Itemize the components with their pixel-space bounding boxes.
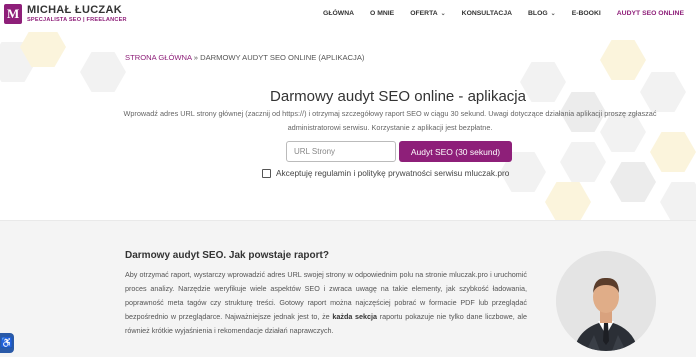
background-hexagon: [650, 132, 696, 172]
nav-item-label: BLOG: [528, 10, 548, 17]
nav-item-label: OFERTA: [410, 10, 438, 17]
nav-item-label: AUDYT SEO ONLINE: [616, 10, 684, 17]
audit-submit-button[interactable]: Audyt SEO (30 sekund): [399, 141, 512, 162]
accessibility-icon[interactable]: ♿: [0, 333, 14, 353]
background-hexagon: [545, 182, 591, 220]
breadcrumb-home-link[interactable]: STRONA GŁÓWNA: [125, 53, 192, 62]
nav-item-label: KONSULTACJA: [461, 10, 513, 17]
logo-text: MICHAŁ ŁUCZAK SPECJALISTA SEO | FREELANC…: [27, 3, 127, 24]
nav-item-o-mnie[interactable]: O MNIE: [362, 10, 402, 17]
nav-item-label: E-BOOKI: [571, 10, 601, 17]
consent-label: Akceptuję regulamin i politykę prywatnoś…: [276, 168, 510, 178]
info-title: Darmowy audyt SEO. Jak powstaje raport?: [125, 250, 329, 261]
breadcrumb-separator: »: [191, 53, 201, 62]
background-hexagon: [610, 162, 656, 202]
logo-mark-icon: M: [4, 4, 22, 24]
logo-subtitle: SPECJALISTA SEO | FREELANCER: [27, 16, 127, 23]
background-hexagon: [600, 40, 646, 80]
background-hexagon: [80, 52, 126, 92]
nav-item-e-booki[interactable]: E-BOOKI: [564, 10, 609, 17]
breadcrumb-current: DARMOWY AUDYT SEO ONLINE (APLIKACJA): [200, 53, 365, 62]
nav-item-konsultacja[interactable]: KONSULTACJA: [454, 10, 520, 17]
info-text-bold: każda sekcja: [332, 312, 378, 321]
site-header: M MICHAŁ ŁUCZAK SPECJALISTA SEO | FREELA…: [0, 0, 696, 32]
breadcrumb: STRONA GŁÓWNA » DARMOWY AUDYT SEO ONLINE…: [125, 53, 364, 62]
info-paragraph: Aby otrzymać raport, wystarczy wprowadzi…: [125, 268, 527, 338]
consent-checkbox[interactable]: [262, 168, 271, 178]
site-logo[interactable]: M MICHAŁ ŁUCZAK SPECJALISTA SEO | FREELA…: [4, 4, 127, 24]
tool-description: Wprowadź adres URL strony głównej (zaczn…: [123, 109, 657, 132]
chevron-down-icon: ⌄: [550, 11, 556, 17]
chevron-down-icon: ⌄: [440, 11, 446, 17]
author-portrait: [556, 251, 656, 351]
author-photo-illustration: [556, 251, 656, 351]
consent-row[interactable]: Akceptuję regulamin i politykę prywatnoś…: [262, 168, 509, 178]
logo-name: MICHAŁ ŁUCZAK: [27, 3, 122, 16]
nav-item-glowna[interactable]: GŁÓWNA: [315, 10, 362, 17]
nav-item-blog[interactable]: BLOG ⌄: [520, 10, 564, 17]
nav-item-label: O MNIE: [370, 10, 395, 17]
nav-item-label: GŁÓWNA: [323, 10, 355, 17]
main-nav: GŁÓWNA O MNIE OFERTA ⌄ KONSULTACJA BLOG ⌄ …: [315, 10, 692, 17]
nav-item-oferta[interactable]: OFERTA ⌄: [402, 10, 453, 17]
info-section: Darmowy audyt SEO. Jak powstaje raport? …: [0, 220, 696, 357]
url-input[interactable]: [286, 141, 396, 162]
nav-item-audyt-seo-online[interactable]: AUDYT SEO ONLINE: [609, 10, 692, 17]
background-hexagon: [560, 142, 606, 182]
background-hexagon: [660, 182, 696, 220]
page-title: Darmowy audyt SEO online - aplikacja: [270, 88, 526, 105]
audit-form: Audyt SEO (30 sekund): [286, 141, 512, 162]
